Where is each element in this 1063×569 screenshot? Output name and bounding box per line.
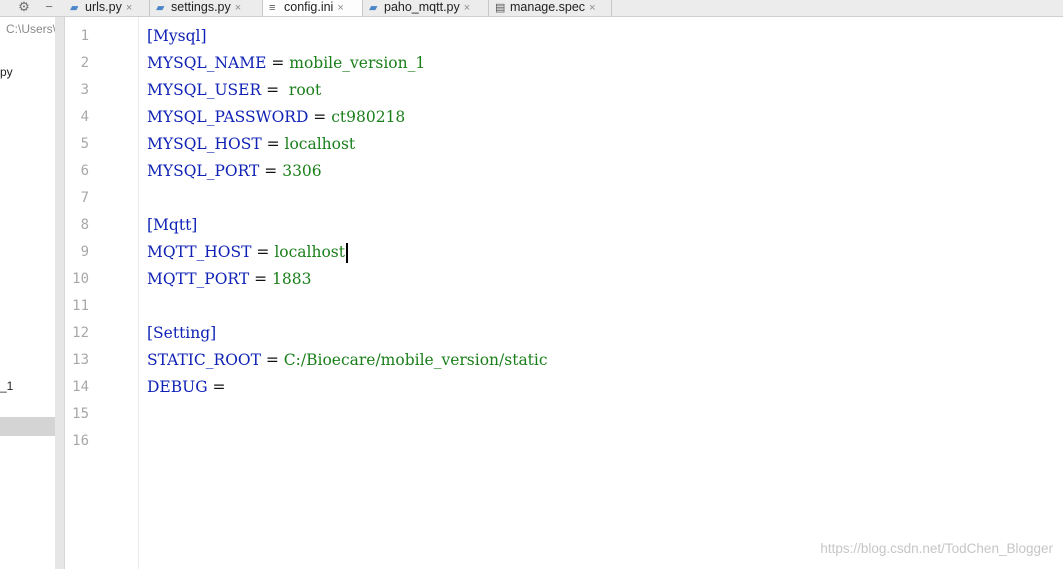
ini-key: MYSQL_HOST [147, 135, 262, 153]
close-icon[interactable]: × [126, 2, 132, 14]
ini-value: mobile_version_1 [289, 54, 426, 72]
tab-label: urls.py [85, 0, 122, 14]
code-line-10[interactable]: MQTT_PORT = 1883 [147, 266, 311, 293]
ini-file-icon: ≡ [269, 2, 276, 14]
line-number: 7 [80, 190, 89, 206]
ini-value: ct980218 [331, 108, 406, 126]
line-number: 9 [80, 244, 89, 260]
ini-equals: = [249, 270, 273, 288]
python-file-icon: ▰ [70, 2, 79, 14]
project-panel: ⚙ − C:\Users\A py _1 [0, 0, 65, 569]
line-number: 14 [72, 379, 89, 395]
line-number: 6 [80, 163, 89, 179]
project-panel-toolbar: ⚙ − [0, 0, 64, 17]
ini-key: DEBUG [147, 378, 208, 396]
ini-section-header: [Setting] [147, 324, 217, 342]
line-number: 15 [72, 406, 89, 422]
code-line-14[interactable]: DEBUG = [147, 374, 226, 401]
code-line-1[interactable]: [Mysql] [147, 23, 207, 50]
ini-key: MYSQL_PASSWORD [147, 108, 309, 126]
ini-key: MQTT_PORT [147, 270, 250, 288]
ini-value: 1883 [272, 270, 312, 288]
minimize-icon[interactable]: − [42, 0, 56, 14]
line-number: 13 [72, 352, 89, 368]
ini-section-header: [Mysql] [147, 27, 207, 45]
ini-equals: = [251, 243, 275, 261]
ini-equals: = [260, 351, 284, 369]
ini-section-header: [Mqtt] [147, 216, 198, 234]
tab-paho-mqtt-py[interactable]: ▰ paho_mqtt.py × [363, 0, 489, 16]
close-icon[interactable]: × [337, 2, 343, 14]
close-icon[interactable]: × [589, 2, 595, 14]
ini-value: localhost [274, 243, 345, 261]
ini-equals: = [261, 135, 285, 153]
spec-file-icon: ▤ [495, 2, 506, 14]
code-line-3[interactable]: MYSQL_USER = root [147, 77, 321, 104]
line-number: 2 [80, 55, 89, 71]
close-icon[interactable]: × [235, 2, 241, 14]
line-number: 11 [72, 298, 89, 314]
line-number-gutter[interactable]: 1 2 3 4 5 6 7 8 9 10 11 12 13 14 15 16 [65, 17, 139, 569]
line-number: 16 [72, 433, 89, 449]
tab-label: manage.spec [510, 0, 586, 14]
watermark: https://blog.csdn.net/TodChen_Blogger [820, 541, 1053, 556]
tab-label: settings.py [171, 0, 231, 14]
line-number: 10 [72, 271, 89, 287]
line-number: 8 [80, 217, 89, 233]
project-tree-selected-row[interactable] [0, 417, 55, 436]
tab-config-ini[interactable]: ≡ config.ini × [263, 0, 363, 16]
tab-manage-spec[interactable]: ▤ manage.spec × [489, 0, 612, 16]
editor-tab-bar: ▰ urls.py × ▰ settings.py × ≡ config.ini × ▰ pa… [64, 0, 1063, 17]
tab-urls-py[interactable]: ▰ urls.py × [64, 0, 150, 16]
code-line-8[interactable]: [Mqtt] [147, 212, 197, 239]
code-line-2[interactable]: MYSQL_NAME = mobile_version_1 [147, 50, 425, 77]
project-tree-item[interactable]: py [0, 65, 13, 79]
ini-equals: = [308, 108, 332, 126]
ini-key: MYSQL_PORT [147, 162, 260, 180]
line-number: 3 [80, 82, 89, 98]
project-tree-item[interactable]: _1 [0, 379, 13, 393]
ini-key: MYSQL_USER [147, 81, 262, 99]
line-number: 12 [72, 325, 89, 341]
ini-value: 3306 [282, 162, 322, 180]
code-line-6[interactable]: MYSQL_PORT = 3306 [147, 158, 322, 185]
python-file-icon: ▰ [369, 2, 378, 14]
ini-value: localhost [284, 135, 356, 153]
ini-equals: = [259, 162, 283, 180]
code-line-12[interactable]: [Setting] [147, 320, 216, 347]
close-icon[interactable]: × [464, 2, 470, 14]
ini-key: MQTT_HOST [147, 243, 252, 261]
code-line-5[interactable]: MYSQL_HOST = localhost [147, 131, 355, 158]
line-number: 4 [80, 109, 89, 125]
project-panel-scrollbar[interactable] [55, 17, 64, 569]
ini-key: STATIC_ROOT [147, 351, 261, 369]
ini-equals: = [266, 54, 290, 72]
gear-icon[interactable]: ⚙ [17, 0, 31, 14]
ini-value: root [288, 81, 322, 99]
ini-equals: = [261, 81, 289, 99]
code-line-9[interactable]: MQTT_HOST = localhost [147, 239, 348, 266]
python-file-icon: ▰ [156, 2, 165, 14]
text-caret [346, 243, 348, 263]
tab-settings-py[interactable]: ▰ settings.py × [150, 0, 263, 16]
ini-value: C:/Bioecare/mobile_version/static [283, 351, 548, 369]
line-number: 5 [80, 136, 89, 152]
code-line-13[interactable]: STATIC_ROOT = C:/Bioecare/mobile_version… [147, 347, 548, 374]
code-line-4[interactable]: MYSQL_PASSWORD = ct980218 [147, 104, 405, 131]
tab-label: paho_mqtt.py [384, 0, 460, 14]
line-number: 1 [80, 28, 89, 44]
tab-label: config.ini [284, 0, 334, 14]
ini-key: MYSQL_NAME [147, 54, 267, 72]
ini-equals: = [207, 378, 226, 396]
